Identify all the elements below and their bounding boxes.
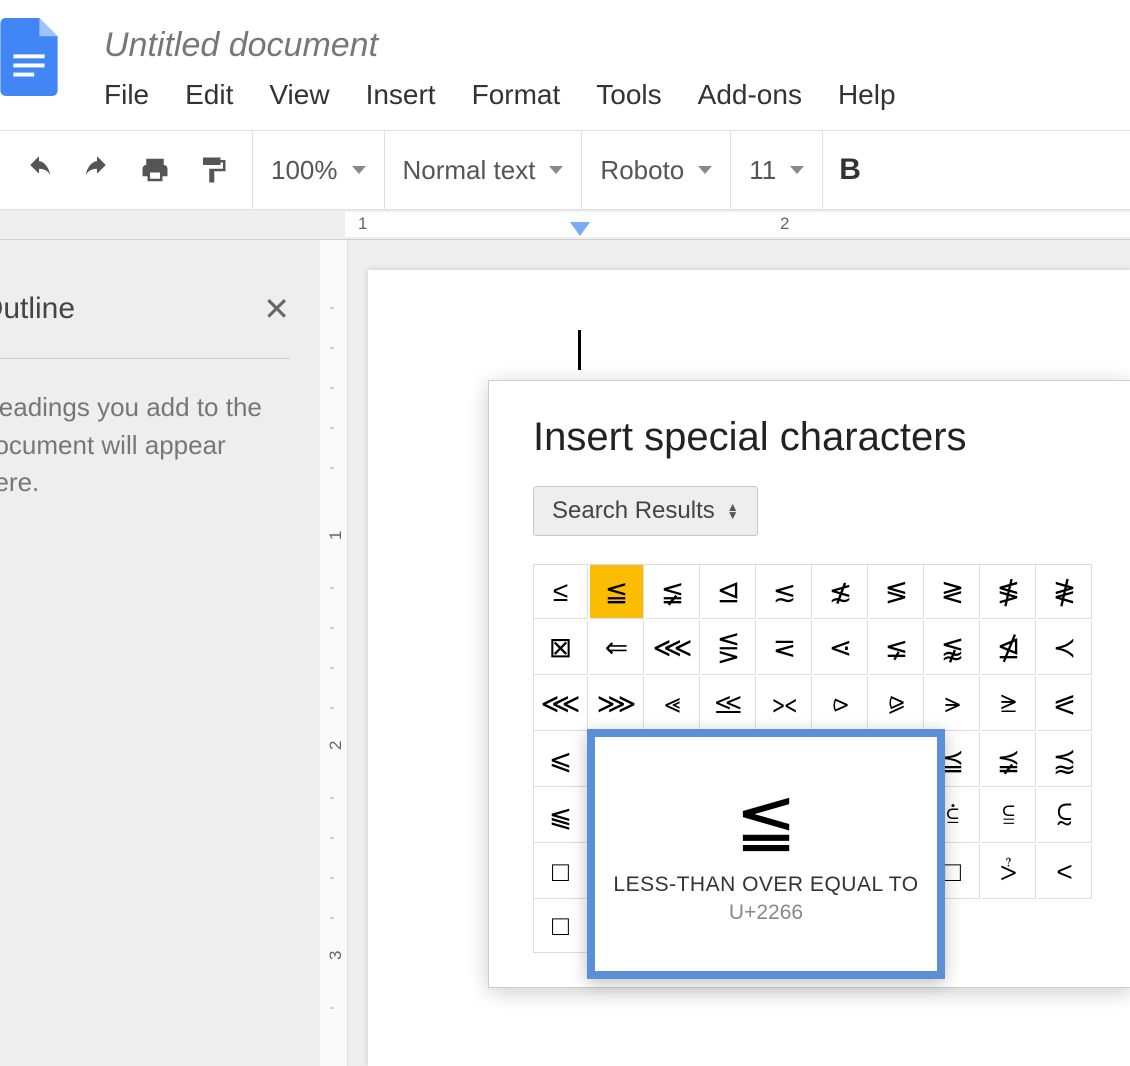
outline-title: Outline [0, 292, 75, 326]
menu-help[interactable]: Help [838, 79, 896, 111]
character-tooltip: ≦ LESS-THAN OVER EQUAL TO U+2266 [587, 729, 945, 979]
char-cell[interactable]: ⋜ [758, 621, 812, 675]
char-cell[interactable]: ⋘ [534, 677, 588, 731]
size-dropdown[interactable]: 11 [731, 131, 822, 209]
size-value: 11 [749, 155, 776, 186]
char-cell[interactable]: ≸ [982, 565, 1036, 619]
tooltip-code: U+2266 [729, 901, 803, 925]
char-cell[interactable]: □ [534, 899, 588, 953]
char-cell[interactable]: ≶ [870, 565, 924, 619]
char-cell[interactable]: ⪧ [814, 677, 868, 731]
toolbar: 100% Normal text Roboto 11 B [0, 130, 1130, 210]
char-cell[interactable]: ⪡ [646, 677, 700, 731]
char-cell[interactable]: ⋖ [814, 621, 868, 675]
char-cell[interactable]: ⪫ [926, 677, 980, 731]
main-area: Outline ✕ Headings you add to the docume… [0, 240, 1130, 1066]
char-cell[interactable]: ⩽ [534, 733, 588, 787]
char-cell[interactable]: ≷ [926, 565, 980, 619]
char-cell[interactable]: ⪵ [982, 733, 1036, 787]
vruler-3: 3 [326, 951, 346, 960]
horizontal-ruler[interactable]: 1 2 [0, 210, 1130, 240]
menu-format[interactable]: Format [472, 79, 561, 111]
menu-view[interactable]: View [269, 79, 329, 111]
docs-logo-icon[interactable] [0, 18, 58, 96]
char-cell[interactable]: ≴ [814, 565, 868, 619]
undo-icon[interactable] [24, 155, 54, 185]
char-cell[interactable]: ⪣ [702, 677, 756, 731]
ruler-tick-1: 1 [358, 214, 367, 234]
char-cell[interactable]: ⪕ [1038, 677, 1092, 731]
title-menu-area: Untitled document File Edit View Insert … [68, 10, 1130, 111]
char-cell[interactable]: < [1038, 845, 1092, 899]
vruler-2: 2 [326, 741, 346, 750]
char-cell[interactable]: □ [534, 845, 588, 899]
vertical-ruler[interactable]: - - - - - 1 - - - - 2 - - - - 3 - [320, 240, 348, 1066]
caret-down-icon [352, 166, 366, 174]
style-dropdown[interactable]: Normal text [385, 131, 582, 209]
menu-edit[interactable]: Edit [185, 79, 233, 111]
menu-file[interactable]: File [104, 79, 149, 111]
char-cell[interactable]: ⪇ [870, 621, 924, 675]
menu-insert[interactable]: Insert [366, 79, 436, 111]
caret-down-icon [698, 166, 712, 174]
print-icon[interactable] [140, 155, 170, 185]
tooltip-glyph: ≦ [735, 783, 797, 857]
redo-icon[interactable] [82, 155, 112, 185]
character-grid-extra-row: □ [533, 899, 588, 953]
sort-arrows-icon: ▲▼ [727, 503, 739, 520]
menu-addons[interactable]: Add-ons [698, 79, 802, 111]
char-cell[interactable]: ≦ [590, 565, 644, 619]
char-cell[interactable]: ⋚ [702, 621, 756, 675]
char-cell[interactable]: ⪉ [926, 621, 980, 675]
tooltip-name: LESS-THAN OVER EQUAL TO [613, 873, 918, 897]
outline-hint: Headings you add to the document will ap… [0, 359, 290, 502]
char-cell[interactable]: ≨ [646, 565, 700, 619]
style-value: Normal text [403, 155, 536, 186]
char-cell[interactable]: ⊠ [534, 621, 588, 675]
char-cell[interactable]: ≹ [1038, 565, 1092, 619]
ruler-tick-2: 2 [780, 214, 789, 234]
caret-down-icon [549, 166, 563, 174]
char-cell[interactable]: ⫹ [534, 789, 588, 843]
char-cell[interactable]: ⋙ [590, 677, 644, 731]
char-cell[interactable]: ⪷ [1038, 733, 1092, 787]
zoom-value: 100% [271, 155, 338, 186]
search-results-dropdown[interactable]: Search Results ▲▼ [533, 486, 758, 536]
char-cell[interactable]: ⊴ [702, 565, 756, 619]
char-cell[interactable]: ⪭ [982, 677, 1036, 731]
text-cursor [578, 330, 581, 370]
dialog-title: Insert special characters [533, 415, 1087, 460]
char-cell[interactable]: ⫅ [982, 789, 1036, 843]
char-cell[interactable]: ⪩ [870, 677, 924, 731]
font-dropdown[interactable]: Roboto [582, 131, 730, 209]
char-cell[interactable]: ≺ [1038, 621, 1092, 675]
menu-tools[interactable]: Tools [596, 79, 661, 111]
zoom-dropdown[interactable]: 100% [253, 131, 384, 209]
header: Untitled document File Edit View Insert … [0, 0, 1130, 130]
font-value: Roboto [600, 155, 684, 186]
special-characters-dialog: Insert special characters Search Results… [488, 380, 1130, 988]
vruler-1: 1 [326, 531, 346, 540]
char-cell[interactable]: ⫇ [1038, 789, 1092, 843]
search-results-label: Search Results [552, 497, 715, 525]
indent-marker-icon[interactable] [570, 222, 590, 236]
char-cell[interactable]: ⋘ [646, 621, 700, 675]
char-cell[interactable]: ⋬ [982, 621, 1036, 675]
char-cell[interactable]: ⇐ [590, 621, 644, 675]
char-cell[interactable]: ⩼ [982, 845, 1036, 899]
caret-down-icon [790, 166, 804, 174]
char-cell[interactable]: ≤ [534, 565, 588, 619]
close-icon[interactable]: ✕ [263, 290, 290, 328]
outline-panel: Outline ✕ Headings you add to the docume… [0, 240, 320, 1066]
char-cell[interactable]: ⪥ [758, 677, 812, 731]
document-title[interactable]: Untitled document [68, 22, 1130, 79]
menu-bar: File Edit View Insert Format Tools Add-o… [68, 79, 1130, 111]
char-cell[interactable]: ≲ [758, 565, 812, 619]
paint-format-icon[interactable] [198, 155, 228, 185]
bold-button[interactable]: B [823, 153, 877, 187]
document-page[interactable]: Insert special characters Search Results… [368, 270, 1130, 1066]
